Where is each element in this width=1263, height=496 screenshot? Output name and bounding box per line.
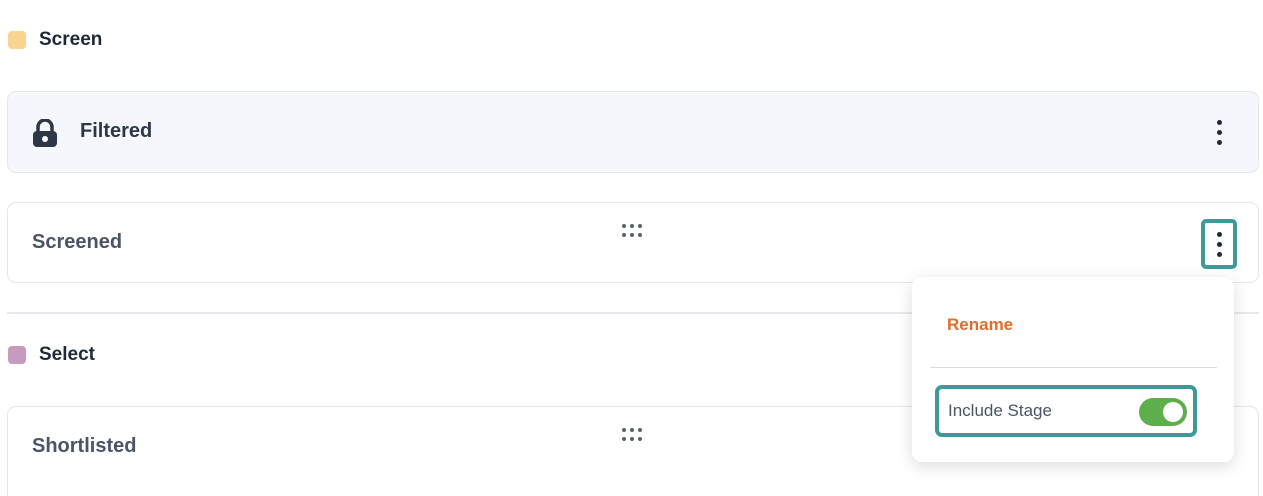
group-title: Select bbox=[39, 344, 95, 365]
stage-card-screened[interactable]: Screened bbox=[7, 202, 1259, 283]
group-header-select: Select bbox=[8, 343, 95, 367]
include-stage-label: Include Stage bbox=[948, 401, 1052, 420]
group-title: Screen bbox=[39, 29, 103, 50]
stage-options-menu: Rename Include Stage bbox=[912, 277, 1234, 462]
drag-handle-icon[interactable] bbox=[622, 224, 644, 238]
group-header-screen: Screen bbox=[8, 28, 102, 52]
rename-menu-item[interactable]: Rename bbox=[947, 315, 1013, 335]
include-stage-row[interactable]: Include Stage bbox=[935, 385, 1197, 437]
stage-label: Screened bbox=[32, 231, 123, 253]
stage-card-filtered: Filtered bbox=[7, 91, 1259, 173]
toggle-knob bbox=[1163, 402, 1183, 422]
more-options-icon[interactable] bbox=[1201, 219, 1237, 269]
stage-label: Filtered bbox=[80, 120, 153, 142]
group-color-swatch bbox=[8, 346, 26, 364]
stage-label: Shortlisted bbox=[32, 435, 137, 457]
drag-handle-icon[interactable] bbox=[622, 428, 644, 442]
lock-icon bbox=[33, 119, 57, 147]
include-stage-toggle[interactable] bbox=[1139, 398, 1187, 426]
group-color-swatch bbox=[8, 31, 26, 49]
more-options-icon[interactable] bbox=[1201, 107, 1237, 157]
menu-divider bbox=[930, 367, 1217, 368]
